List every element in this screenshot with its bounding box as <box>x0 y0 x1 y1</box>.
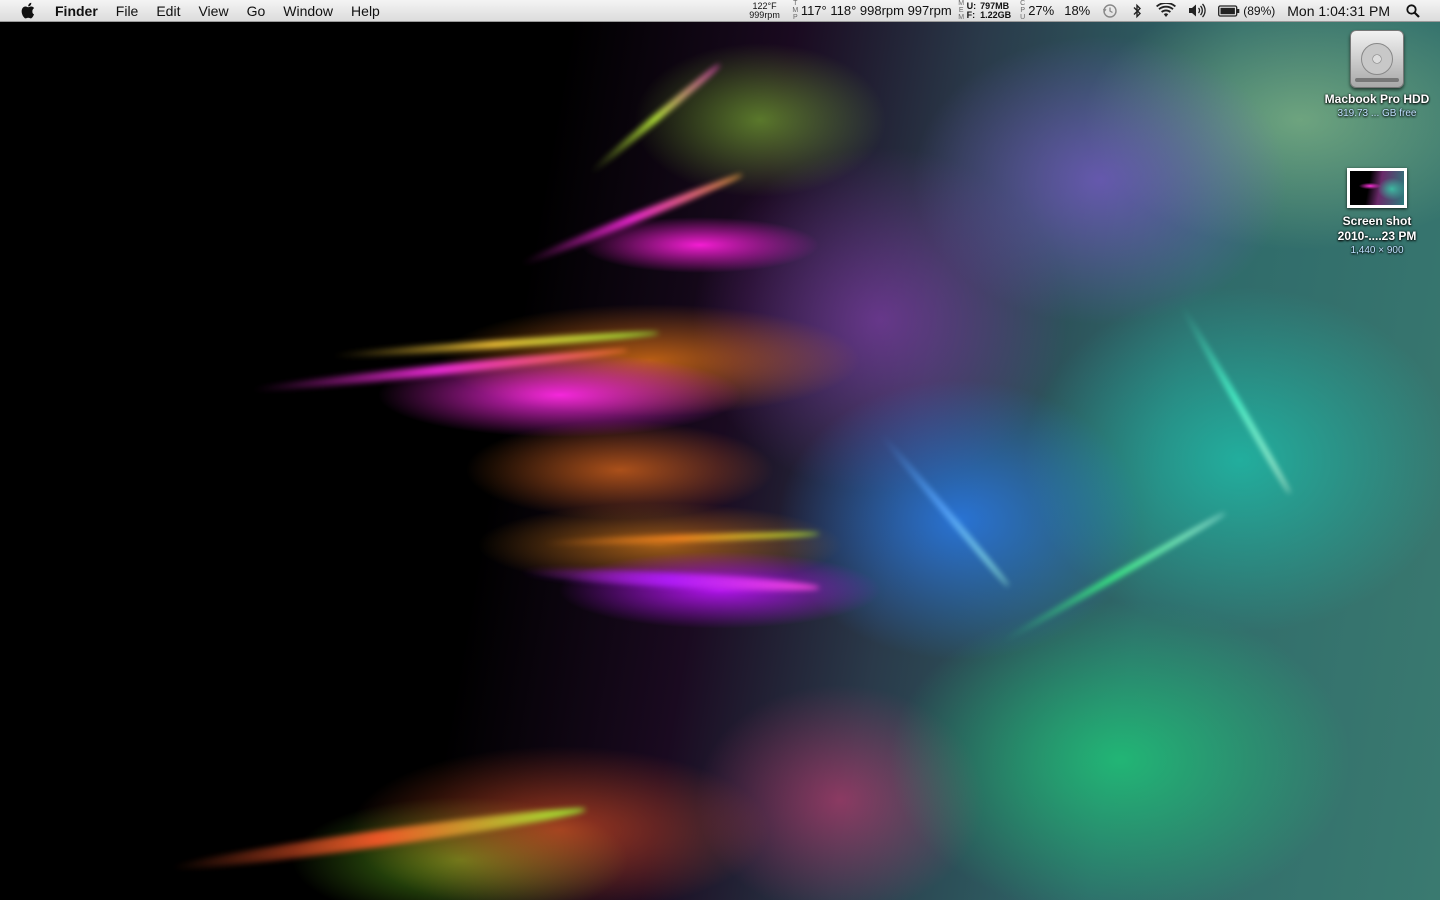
wallpaper-streak <box>998 510 1227 646</box>
screenshot-dimensions: 1,440 × 900 <box>1350 245 1404 256</box>
desktop-icon-screenshot[interactable]: Screen shot 2010-....23 PM 1,440 × 900 <box>1322 168 1432 258</box>
cpu-label-char: U <box>1020 14 1026 21</box>
mem-free-value: 1.22GB <box>980 9 1012 20</box>
hdd-free-space: 319.73 ... GB free <box>1337 108 1417 119</box>
menu-finder[interactable]: Finder <box>49 0 107 22</box>
cpu-usage-1[interactable]: 27% <box>1028 3 1054 18</box>
wallpaper-streak <box>587 61 723 177</box>
memory-readout[interactable]: 797MB 1.22GB <box>980 1 1012 20</box>
wallpaper-streak <box>249 345 629 395</box>
mem-free-label: F: <box>966 9 976 20</box>
cpu-usage-2[interactable]: 18% <box>1064 3 1090 18</box>
hard-drive-disc <box>1361 43 1393 75</box>
menu-bar: Finder File Edit View Go Window Help 122… <box>0 0 1440 22</box>
mem-label-char: M <box>958 14 965 21</box>
wallpaper-streak <box>1177 301 1293 496</box>
hard-drive-icon <box>1350 30 1404 88</box>
cpu-label-char: C <box>1020 0 1026 7</box>
wallpaper-streak <box>329 328 660 360</box>
tmp-label-char: M <box>792 7 799 14</box>
desktop-icon-hdd[interactable]: Macbook Pro HDD 319.73 ... GB free <box>1322 30 1432 121</box>
temps-fans-readout[interactable]: 117° 118° 998rpm 997rpm <box>801 3 952 18</box>
menu-clock[interactable]: Mon 1:04:31 PM <box>1287 3 1390 19</box>
fan-mini-value: 999rpm <box>749 9 780 20</box>
wallpaper-streak <box>519 565 820 595</box>
menu-extras: 122°F 999rpm T M P 117° 118° 998rpm 997r… <box>749 0 1440 21</box>
wallpaper-streak <box>168 801 588 876</box>
apple-menu-icon[interactable] <box>19 2 35 19</box>
mem-label-char: E <box>958 7 964 14</box>
hard-drive-bar <box>1355 78 1399 82</box>
cpu-label: C P U <box>1019 0 1026 21</box>
wallpaper-streak <box>518 170 745 269</box>
mem-label-char: M <box>958 0 965 7</box>
cpu-label-char: P <box>1020 7 1026 14</box>
mem-keys: U: F: <box>966 1 977 20</box>
menu-go[interactable]: Go <box>238 0 275 22</box>
wifi-icon[interactable] <box>1156 3 1177 18</box>
menu-edit[interactable]: Edit <box>147 0 189 22</box>
mem-label: M E M <box>958 0 965 21</box>
time-machine-icon[interactable] <box>1102 3 1118 19</box>
volume-icon[interactable] <box>1188 3 1206 18</box>
screenshot-thumbnail-icon <box>1347 168 1407 208</box>
tmp-label-char: T <box>793 0 798 7</box>
menu-help[interactable]: Help <box>342 0 389 22</box>
wallpaper-streak <box>877 431 1011 589</box>
menu-window[interactable]: Window <box>274 0 342 22</box>
temperature-fan-mini[interactable]: 122°F 999rpm <box>749 1 780 20</box>
tmp-label-char: P <box>792 14 798 21</box>
battery-icon[interactable] <box>1218 4 1240 17</box>
battery-percent[interactable]: (89%) <box>1243 4 1275 18</box>
spotlight-search-icon[interactable] <box>1406 3 1420 18</box>
bluetooth-icon[interactable] <box>1132 3 1142 19</box>
hdd-name: Macbook Pro HDD <box>1324 92 1430 106</box>
desktop-wallpaper <box>0 0 1440 900</box>
menu-view[interactable]: View <box>189 0 237 22</box>
tmp-label: T M P <box>792 0 799 21</box>
menu-file[interactable]: File <box>107 0 148 22</box>
wallpaper-streak <box>539 530 820 547</box>
screenshot-name: Screen shot 2010-....23 PM <box>1337 214 1417 243</box>
